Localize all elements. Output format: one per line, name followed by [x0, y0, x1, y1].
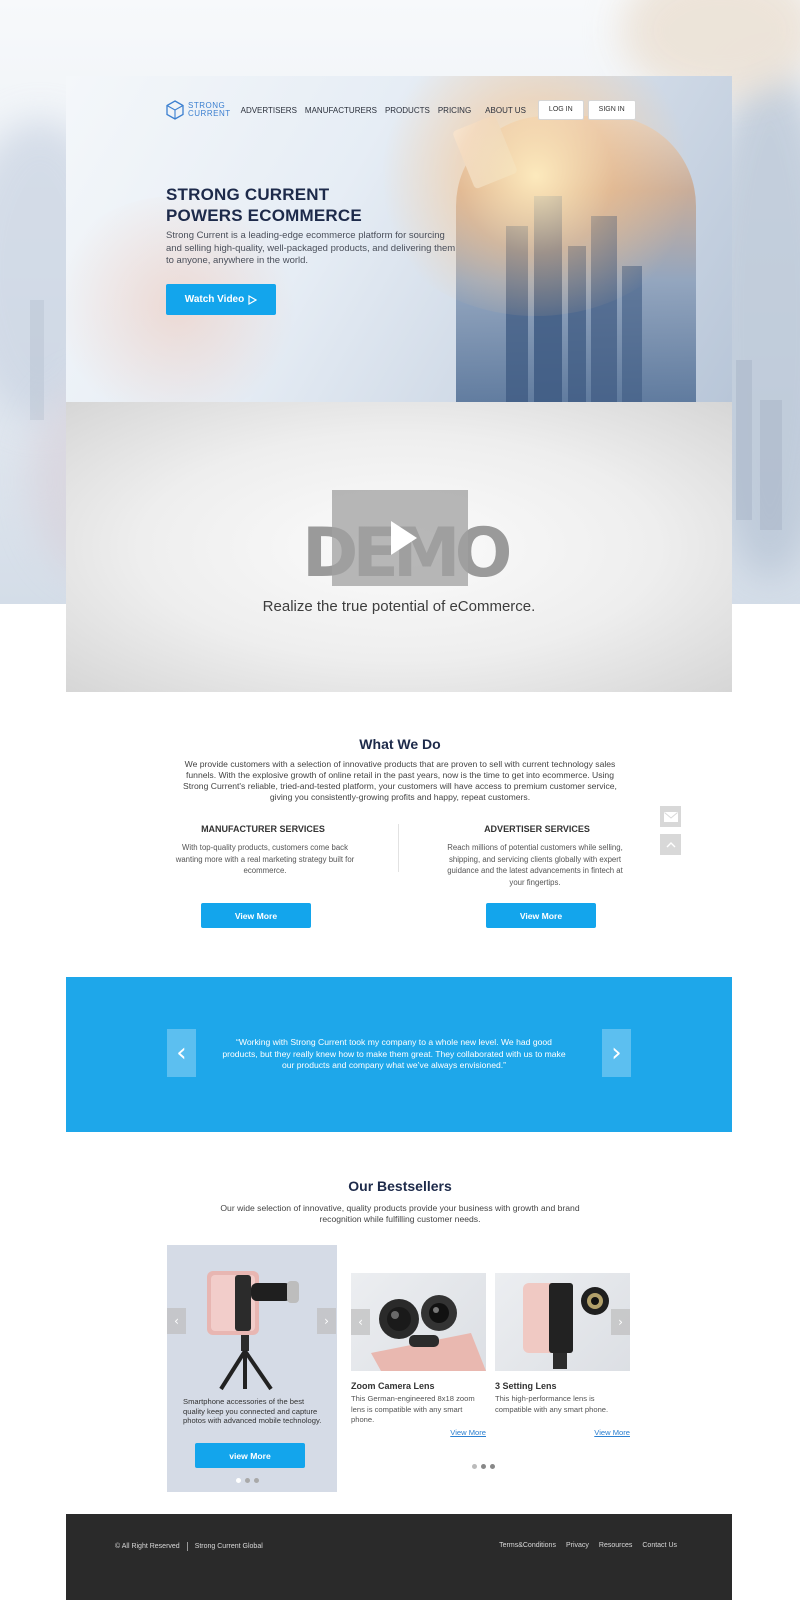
play-outline-icon — [248, 294, 258, 305]
chevron-left-icon: ‹ — [358, 1315, 363, 1329]
footer-separator — [186, 1542, 188, 1551]
footer-resources-link[interactable]: Resources — [599, 1542, 632, 1549]
hero-section: STRONG CURRENT ADVERTISERS MANUFACTURERS… — [66, 76, 732, 402]
footer-privacy-link[interactable]: Privacy — [566, 1542, 589, 1549]
bestsellers-description: Our wide selection of innovative, qualit… — [220, 1203, 580, 1224]
mail-icon — [663, 811, 678, 822]
chevron-left-icon: ‹ — [174, 1314, 179, 1328]
featured-next-button[interactable]: › — [317, 1308, 336, 1334]
testimonial-section: ‹ “Working with Strong Current took my c… — [66, 977, 732, 1132]
services-divider — [398, 824, 399, 872]
product-view-more-link[interactable]: View More — [495, 1428, 630, 1437]
carousel-dot[interactable] — [236, 1478, 241, 1483]
arrow-up-icon — [666, 842, 675, 848]
footer-copyright: © All Right Reserved — [115, 1543, 180, 1550]
back-to-top-button[interactable] — [660, 834, 681, 855]
featured-carousel-dots — [236, 1478, 259, 1483]
play-icon — [391, 521, 417, 555]
logo-line2: CURRENT — [188, 109, 231, 118]
featured-prev-button[interactable]: ‹ — [167, 1308, 186, 1334]
product-card: ‹ Zoom Camera Lens This German-engineere… — [351, 1273, 486, 1437]
featured-product-description: Smartphone accessories of the best quali… — [183, 1397, 322, 1425]
product-prev-button[interactable]: ‹ — [351, 1309, 370, 1335]
testimonial-prev-button[interactable]: ‹ — [167, 1029, 196, 1077]
watch-video-button[interactable]: Watch Video — [166, 284, 276, 315]
carousel-dot[interactable] — [245, 1478, 250, 1483]
video-player[interactable]: DEMO Realize the true potential of eComm… — [66, 402, 732, 692]
login-button[interactable]: LOG IN — [537, 100, 584, 120]
hero-subtitle: Strong Current is a leading-edge ecommer… — [166, 230, 456, 266]
bestsellers-title: Our Bestsellers — [348, 1178, 452, 1194]
watch-video-label: Watch Video — [184, 294, 245, 305]
advertiser-services-description: Reach millions of potential customers wh… — [447, 843, 623, 887]
three-setting-lens-image: › — [495, 1273, 630, 1371]
product-card: › 3 Setting Lens This high-performance l… — [495, 1273, 630, 1437]
products-carousel-dots — [472, 1464, 495, 1469]
testimonial-next-button[interactable]: › — [602, 1029, 631, 1077]
product-name: 3 Setting Lens — [495, 1381, 557, 1391]
chevron-right-icon: › — [618, 1315, 623, 1329]
zoom-camera-lens-image: ‹ — [351, 1273, 486, 1371]
carousel-dot[interactable] — [472, 1464, 477, 1469]
footer-terms-link[interactable]: Terms&Conditions — [499, 1542, 556, 1549]
product-description: This high-performance lens is compatible… — [495, 1394, 609, 1414]
manufacturer-services-title: MANUFACTURER SERVICES — [201, 824, 325, 834]
advertiser-view-more-button[interactable]: View More — [486, 903, 596, 928]
chevron-right-icon: › — [611, 1038, 622, 1068]
featured-product-card: ‹ › Smartphone accessories of the best q… — [167, 1245, 337, 1492]
product-name: Zoom Camera Lens — [351, 1381, 435, 1391]
play-button[interactable] — [332, 490, 468, 586]
product-view-more-link[interactable]: View More — [351, 1428, 486, 1437]
signin-button[interactable]: SIGN IN — [587, 100, 636, 120]
featured-view-more-button[interactable]: view More — [195, 1443, 305, 1468]
what-we-do-title: What We Do — [359, 736, 441, 752]
nav-products[interactable]: PRODUCTS — [385, 106, 430, 115]
nav-advertisers[interactable]: ADVERTISERS — [241, 106, 297, 115]
product-description: This German-engineered 8x18 zoom lens is… — [351, 1394, 475, 1424]
footer-contact-link[interactable]: Contact Us — [642, 1542, 677, 1549]
footer: © All Right Reserved Strong Current Glob… — [66, 1514, 732, 1600]
carousel-dot[interactable] — [254, 1478, 259, 1483]
tripod-phone-image — [207, 1271, 299, 1391]
advertiser-services-title: ADVERTISER SERVICES — [484, 824, 590, 834]
carousel-dot[interactable] — [481, 1464, 486, 1469]
nav-manufacturers[interactable]: MANUFACTURERS — [305, 106, 377, 115]
mail-button[interactable] — [660, 806, 681, 827]
manufacturer-view-more-button[interactable]: View More — [201, 903, 311, 928]
product-next-button[interactable]: › — [611, 1309, 630, 1335]
nav-about-us[interactable]: ABOUT US — [485, 106, 526, 115]
chevron-right-icon: › — [324, 1314, 329, 1328]
hero-title: STRONG CURRENT POWERS ECOMMERCE — [166, 185, 362, 225]
top-nav: STRONG CURRENT ADVERTISERS MANUFACTURERS… — [166, 98, 636, 122]
nav-pricing[interactable]: PRICING — [438, 106, 471, 115]
manufacturer-services-description: With top-quality products, customers com… — [175, 843, 355, 875]
logo-cube-icon — [166, 100, 184, 120]
testimonial-quote: “Working with Strong Current took my com… — [222, 1037, 566, 1070]
what-we-do-description: We provide customers with a selection of… — [183, 759, 617, 802]
video-tagline: Realize the true potential of eCommerce. — [262, 598, 536, 615]
footer-brand: Strong Current Global — [194, 1543, 263, 1550]
chevron-left-icon: ‹ — [176, 1038, 187, 1068]
carousel-dot[interactable] — [490, 1464, 495, 1469]
logo[interactable]: STRONG CURRENT — [166, 100, 231, 120]
